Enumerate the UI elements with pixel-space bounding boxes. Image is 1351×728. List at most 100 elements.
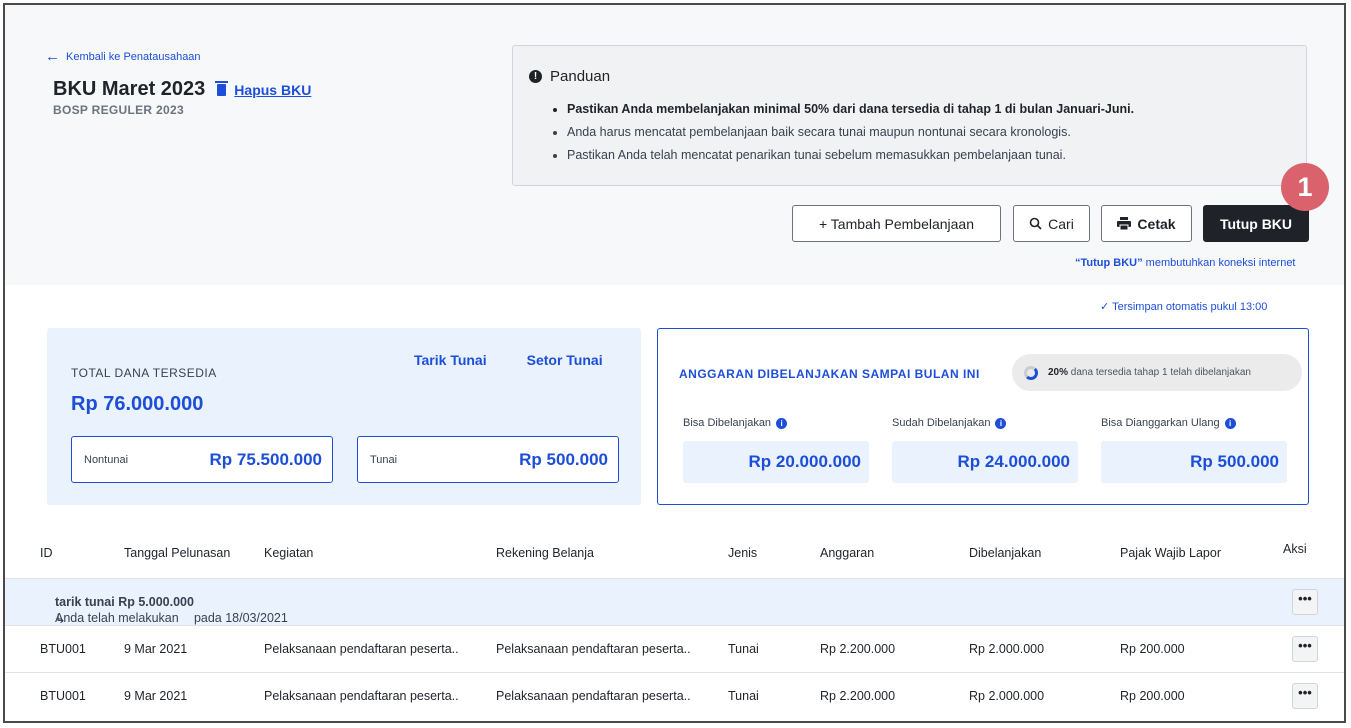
page-subtitle: BOSP REGULER 2023 [53,103,184,117]
cash-box: Tunai Rp 500.000 [357,436,619,483]
col-budget: Anggaran [820,546,875,560]
withdraw-cash-link[interactable]: Tarik Tunai [414,352,487,368]
rebudget-value: Rp 500.000 [1101,441,1287,483]
already-spent-label: Sudah Dibelanjakan i [892,417,1007,429]
col-date: Tanggal Pelunasan [124,546,231,560]
already-spent-label-text: Sudah Dibelanjakan [892,417,991,429]
fund-actions: Tarik Tunai Setor Tunai [414,352,603,368]
cell-account: Pelaksanaan pendaftaran peserta.. [496,642,691,656]
app-frame: ← Kembali ke Penatausahaan BKU Maret 202… [3,3,1346,723]
table-header: ID Tanggal Pelunasan Kegiatan Rekening B… [5,526,1344,578]
cash-label: Tunai [370,453,398,466]
info-icon[interactable]: i [995,417,1007,429]
header-area: ← Kembali ke Penatausahaan BKU Maret 202… [5,5,1344,285]
cell-budget: Rp 2.200.000 [820,689,896,703]
total-funds-amount: Rp 76.000.000 [71,393,204,415]
arrow-left-icon: ← [45,48,60,65]
close-bku-button[interactable]: Tutup BKU [1203,205,1309,242]
can-spend-label: Bisa Dibelanjakan i [683,417,788,429]
info-row-suffix: pada 18/03/2021 [193,611,288,625]
col-id: ID [40,546,53,560]
col-activity: Kegiatan [264,546,314,560]
cell-spent: Rp 2.000.000 [969,642,1045,656]
search-button[interactable]: Cari [1013,205,1090,242]
can-spend-value: Rp 20.000.000 [683,441,869,483]
col-action: Aksi [1283,542,1307,556]
rebudget-label: Bisa Dianggarkan Ulang i [1101,417,1236,429]
info-row-strong: tarik tunai Rp 5.000.000 [55,595,194,609]
info-icon[interactable]: i [1224,417,1236,429]
cell-budget: Rp 2.200.000 [820,642,896,656]
progress-caption: dana tersedia tahap 1 telah dibelanjakan [1068,367,1251,378]
cell-id: BTU001 [40,689,86,703]
cell-tax: Rp 200.000 [1120,689,1185,703]
guide-item: Anda harus mencatat pembelanjaan baik se… [567,121,1134,144]
col-account: Rekening Belanja [496,546,594,560]
info-row-prefix: Anda telah melakukan [55,611,179,625]
budget-spent-card: ANGGARAN DIBELANJAKAN SAMPAI BULAN INI 2… [657,328,1309,505]
total-funds-label: TOTAL DANA TERSEDIA [71,366,217,380]
check-icon: ✓ [1100,301,1113,313]
already-spent-value: Rp 24.000.000 [892,441,1078,483]
cell-activity: Pelaksanaan pendaftaran peserta.. [264,642,459,656]
noncash-value: Rp 75.500.000 [209,449,322,469]
info-icon: ! [529,70,542,83]
cell-account: Pelaksanaan pendaftaran peserta.. [496,689,691,703]
deposit-cash-link[interactable]: Setor Tunai [527,352,603,368]
guide-list: Pastikan Anda membelanjakan minimal 50% … [553,98,1134,167]
table-row: BTU001 9 Mar 2021 Pelaksanaan pendaftara… [5,625,1344,672]
printer-icon [1117,217,1132,230]
withdraw-info-row: ↳ Anda telah melakukan tarik tunai Rp 5.… [5,578,1344,626]
more-actions-button[interactable]: ••• [1292,683,1318,709]
rebudget-label-text: Bisa Dianggarkan Ulang [1101,417,1220,429]
print-button[interactable]: Cetak [1101,205,1192,242]
progress-ring-icon [1024,365,1038,380]
close-bku-note-text: membutuhkan koneksi internet [1142,257,1296,269]
col-tax: Pajak Wajib Lapor [1120,546,1221,560]
guide-header: ! Panduan [529,68,610,85]
title-row: BKU Maret 2023 Hapus BKU [53,78,311,101]
close-bku-note: “Tutup BKU” membutuhkan koneksi internet [1075,257,1296,269]
progress-percent: 20% [1048,367,1069,378]
noncash-label: Nontunai [84,453,129,466]
cell-tax: Rp 200.000 [1120,642,1185,656]
autosave-text: Tersimpan otomatis pukul 13:00 [1112,301,1268,313]
back-link-label: Kembali ke Penatausahaan [66,50,201,63]
search-label: Cari [1048,215,1074,232]
guide-title: Panduan [550,68,611,85]
close-bku-note-strong: “Tutup BKU” [1075,257,1143,269]
cell-type: Tunai [728,642,759,656]
search-icon [1029,217,1042,230]
col-spent: Dibelanjakan [969,546,1042,560]
cell-id: BTU001 [40,642,86,656]
budget-title: ANGGARAN DIBELANJAKAN SAMPAI BULAN INI [679,367,980,381]
close-bku-label: Tutup BKU [1219,215,1293,232]
more-actions-button[interactable]: ••• [1292,636,1318,662]
delete-bku-link[interactable]: Hapus BKU [234,82,311,98]
info-row-text: ↳ Anda telah melakukan tarik tunai Rp 5.… [55,595,288,626]
cell-date: 9 Mar 2021 [124,642,188,656]
add-spending-button[interactable]: + Tambah Pembelanjaan [792,205,1001,242]
col-type: Jenis [728,546,758,560]
cell-activity: Pelaksanaan pendaftaran peserta.. [264,689,459,703]
cell-type: Tunai [728,689,759,703]
total-funds-card: TOTAL DANA TERSEDIA Rp 76.000.000 Tarik … [47,328,641,505]
transactions-table: ID Tanggal Pelunasan Kegiatan Rekening B… [5,526,1344,719]
can-spend-label-text: Bisa Dibelanjakan [683,417,772,429]
progress-text: 20% dana tersedia tahap 1 telah dibelanj… [1048,367,1251,378]
guide-panel: ! Panduan Pastikan Anda membelanjakan mi… [512,45,1307,186]
step-badge: 1 [1281,163,1329,211]
autosave-status: ✓ Tersimpan otomatis pukul 13:00 [1100,300,1267,313]
add-spending-label: + Tambah Pembelanjaan [818,215,975,232]
table-row: BTU001 9 Mar 2021 Pelaksanaan pendaftara… [5,672,1344,719]
info-icon[interactable]: i [776,417,788,429]
more-actions-button[interactable]: ••• [1292,589,1318,615]
cell-spent: Rp 2.000.000 [969,689,1045,703]
trash-icon[interactable] [215,80,229,96]
guide-item: Pastikan Anda membelanjakan minimal 50% … [567,98,1134,121]
back-link[interactable]: ← Kembali ke Penatausahaan [45,49,201,64]
progress-pill: 20% dana tersedia tahap 1 telah dibelanj… [1012,354,1302,391]
page-title: BKU Maret 2023 [53,78,206,100]
noncash-box: Nontunai Rp 75.500.000 [71,436,333,483]
cell-date: 9 Mar 2021 [124,689,188,703]
